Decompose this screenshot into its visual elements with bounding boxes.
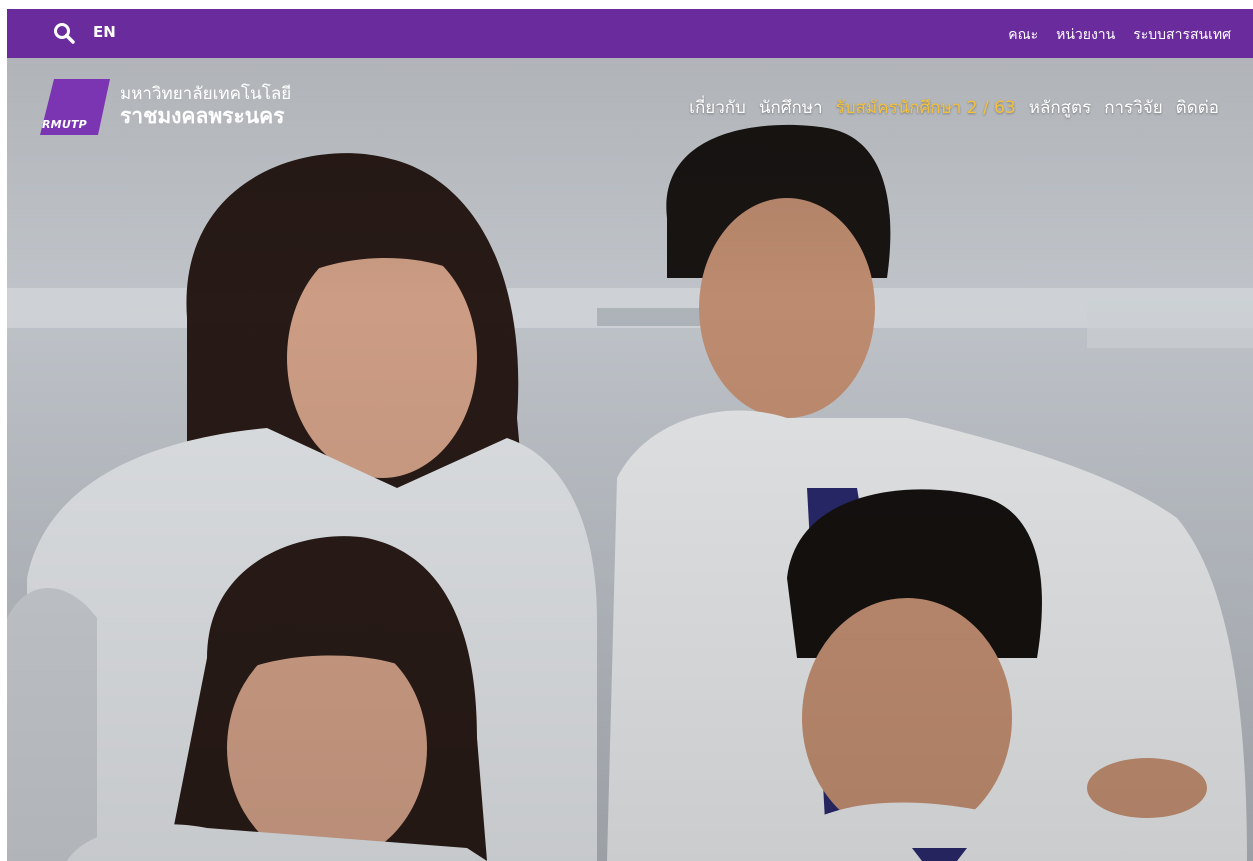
link-information-systems[interactable]: ระบบสารสนเทศ	[1133, 24, 1231, 46]
language-toggle[interactable]: EN	[93, 23, 116, 41]
nav-programs[interactable]: หลักสูตร	[1029, 94, 1091, 121]
university-logo[interactable]: RMUTP มหาวิทยาลัยเทคโนโลยี ราชมงคลพระนคร	[40, 79, 291, 135]
nav-students[interactable]: นักศึกษา	[759, 94, 823, 121]
logo-name-line2: ราชมงคลพระนคร	[120, 104, 285, 128]
logo-name-line1: มหาวิทยาลัยเทคโนโลยี	[120, 84, 292, 104]
page-frame: EN คณะ หน่วยงาน ระบบสารสนเทศ RMUTP มหาวิ…	[7, 9, 1253, 861]
utility-links: คณะ หน่วยงาน ระบบสารสนเทศ	[1008, 24, 1231, 46]
hero-image	[7, 58, 1253, 861]
nav-contact[interactable]: ติดต่อ	[1176, 94, 1219, 121]
hero-illustration	[7, 124, 1253, 861]
logo-names: มหาวิทยาลัยเทคโนโลยี ราชมงคลพระนคร	[120, 84, 291, 129]
nav-about[interactable]: เกี่ยวกับ	[689, 94, 746, 121]
top-utility-bar: EN คณะ หน่วยงาน ระบบสารสนเทศ	[7, 9, 1253, 58]
main-nav: เกี่ยวกับ นักศึกษา รับสมัครนักศึกษา 2 / …	[689, 94, 1219, 121]
search-icon[interactable]	[53, 22, 75, 44]
nav-research[interactable]: การวิจัย	[1104, 94, 1162, 121]
link-departments[interactable]: หน่วยงาน	[1056, 24, 1115, 46]
nav-admissions[interactable]: รับสมัครนักศึกษา 2 / 63	[836, 94, 1016, 121]
logo-mark-text: RMUTP	[42, 118, 87, 131]
link-faculty[interactable]: คณะ	[1008, 24, 1038, 46]
logo-mark: RMUTP	[40, 79, 110, 135]
